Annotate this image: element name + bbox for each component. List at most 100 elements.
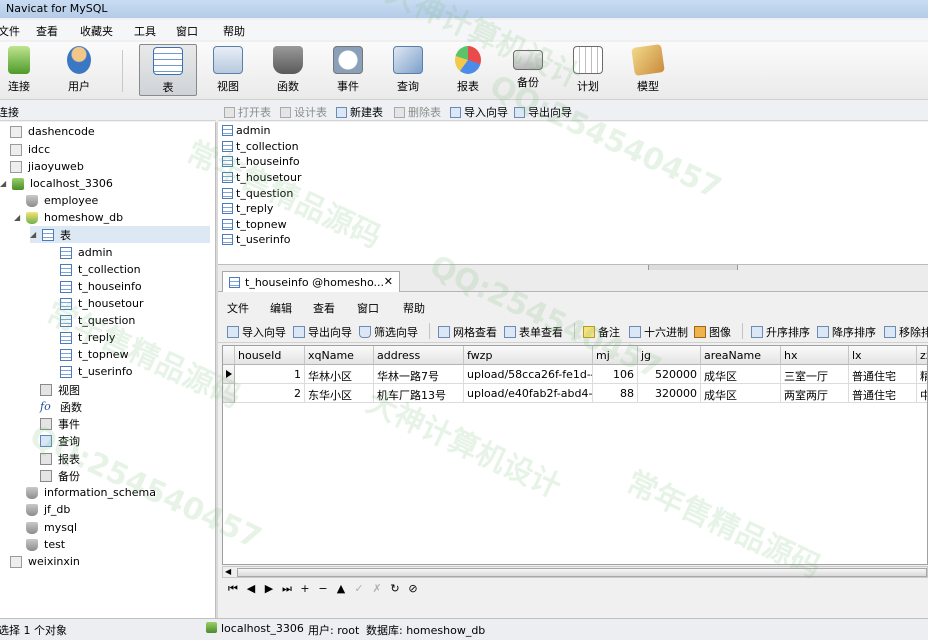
form-view-button[interactable]: 表单查看	[504, 324, 563, 340]
table-cell[interactable]: 106	[593, 365, 638, 384]
tree-folder-tables[interactable]: ◢ 表	[30, 226, 210, 243]
scrollbar-thumb[interactable]	[237, 568, 927, 577]
open-table-button[interactable]: 打开表	[224, 104, 271, 120]
menu-window[interactable]: 窗口	[176, 23, 198, 39]
table-cell[interactable]: upload/58cca26f-fe1d-40	[464, 365, 593, 384]
tree-folder-views[interactable]: 视图	[40, 381, 80, 398]
menu-tools[interactable]: 工具	[134, 23, 156, 39]
toolbar-model-button[interactable]: 模型	[621, 44, 675, 96]
tree-table-t-housetour[interactable]: t_housetour	[60, 295, 144, 312]
tree-folder-reports[interactable]: 报表	[40, 450, 80, 467]
table-cell[interactable]: 机车厂路13号	[374, 384, 464, 403]
column-header-fwzp[interactable]: fwzp	[464, 346, 593, 365]
menu-help[interactable]: 帮助	[223, 23, 245, 39]
memo-button[interactable]: 备注	[583, 324, 620, 340]
apply-changes-icon[interactable]: ✓	[352, 582, 366, 595]
collapse-arrow-icon[interactable]: ◢	[14, 213, 22, 222]
tree-db-homeshow[interactable]: ◢ homeshow_db	[14, 209, 123, 226]
stop-icon[interactable]: ⊘	[406, 582, 420, 595]
tree-db-mysql[interactable]: mysql	[26, 519, 77, 536]
grid-export-button[interactable]: 导出向导	[293, 324, 352, 340]
column-header-houseId[interactable]: houseId	[235, 346, 305, 365]
collapse-arrow-icon[interactable]: ◢	[0, 179, 8, 188]
table-cell[interactable]: 普通住宅	[849, 365, 917, 384]
object-item-admin[interactable]: admin	[222, 123, 270, 138]
inner-menu-help[interactable]: 帮助	[403, 300, 425, 316]
tree-table-t-topnew[interactable]: t_topnew	[60, 346, 129, 363]
sort-asc-button[interactable]: 升序排序	[751, 324, 810, 340]
refresh-icon[interactable]: ↻	[388, 582, 402, 595]
previous-record-icon[interactable]: ◀	[244, 582, 258, 595]
close-icon[interactable]: ✕	[384, 275, 393, 288]
tree-table-t-reply[interactable]: t_reply	[60, 329, 115, 346]
scroll-left-icon[interactable]: ◀	[225, 567, 231, 576]
inner-menu-view[interactable]: 查看	[313, 300, 335, 316]
table-cell[interactable]: upload/e40fab2f-abd4-4.	[464, 384, 593, 403]
row-selector[interactable]	[223, 365, 235, 384]
table-cell[interactable]: 320000	[638, 384, 701, 403]
remove-sort-button[interactable]: 移除排	[884, 324, 928, 340]
toolbar-event-button[interactable]: 事件	[321, 44, 375, 96]
object-item-t-topnew[interactable]: t_topnew	[222, 217, 287, 232]
object-item-t-housetour[interactable]: t_housetour	[222, 170, 302, 185]
column-header-xqName[interactable]: xqName	[305, 346, 374, 365]
tree-folder-functions[interactable]: fo 函数	[40, 398, 82, 415]
object-item-t-userinfo[interactable]: t_userinfo	[222, 232, 290, 247]
inner-menu-edit[interactable]: 编辑	[270, 300, 292, 316]
import-wizard-button[interactable]: 导入向导	[450, 104, 508, 120]
tree-table-t-collection[interactable]: t_collection	[60, 261, 141, 278]
tree-db-dashencode[interactable]: dashencode	[10, 123, 95, 140]
add-record-icon[interactable]: +	[298, 582, 312, 595]
collapse-arrow-icon[interactable]: ◢	[30, 230, 38, 239]
tree-table-t-question[interactable]: t_question	[60, 312, 135, 329]
toolbar-schedule-button[interactable]: 计划	[561, 44, 615, 96]
table-cell[interactable]: 中	[917, 384, 927, 403]
table-cell[interactable]: 2	[235, 384, 305, 403]
toolbar-connect-button[interactable]: 连接	[0, 44, 46, 96]
toolbar-table-button[interactable]: 表	[139, 44, 197, 96]
tree-db-information-schema[interactable]: information_schema	[26, 484, 156, 501]
table-cell[interactable]: 成华区	[701, 384, 781, 403]
table-cell[interactable]: 成华区	[701, 365, 781, 384]
object-item-t-question[interactable]: t_question	[222, 186, 293, 201]
tree-db-jf-db[interactable]: jf_db	[26, 501, 70, 518]
tree-db-test[interactable]: test	[26, 536, 65, 553]
toolbar-function-button[interactable]: 函数	[261, 44, 315, 96]
tree-folder-backups[interactable]: 备份	[40, 467, 80, 484]
toolbar-query-button[interactable]: 查询	[381, 44, 435, 96]
tree-db-jiaoyuweb[interactable]: jiaoyuweb	[10, 158, 84, 175]
tree-connection-localhost[interactable]: ◢ localhost_3306	[0, 175, 113, 192]
table-cell[interactable]: 520000	[638, 365, 701, 384]
table-cell[interactable]: 华林一路7号	[374, 365, 464, 384]
edit-record-icon[interactable]: ▲	[334, 582, 348, 595]
first-record-icon[interactable]: ⏮	[226, 582, 240, 596]
tree-db-idcc[interactable]: idcc	[10, 141, 50, 158]
tree-table-admin[interactable]: admin	[60, 244, 112, 261]
grid-view-button[interactable]: 网格查看	[438, 324, 497, 340]
tree-table-t-houseinfo[interactable]: t_houseinfo	[60, 278, 142, 295]
object-item-t-collection[interactable]: t_collection	[222, 139, 299, 154]
column-header-areaName[interactable]: areaName	[701, 346, 781, 365]
tree-db-weixinxin[interactable]: weixinxin	[10, 553, 80, 570]
column-header-mj[interactable]: mj	[593, 346, 638, 365]
table-cell[interactable]: 两室两厅	[781, 384, 849, 403]
tree-folder-events[interactable]: 事件	[40, 415, 80, 432]
hex-button[interactable]: 十六进制	[629, 324, 688, 340]
design-table-button[interactable]: 设计表	[280, 104, 327, 120]
table-cell[interactable]: 东华小区	[305, 384, 374, 403]
column-header-lx[interactable]: lx	[849, 346, 917, 365]
tree-table-t-userinfo[interactable]: t_userinfo	[60, 363, 132, 380]
table-cell[interactable]: 1	[235, 365, 305, 384]
toolbar-view-button[interactable]: 视图	[201, 44, 255, 96]
delete-record-icon[interactable]: −	[316, 582, 330, 595]
tab-t-houseinfo[interactable]: t_houseinfo @homesho... ✕	[222, 271, 400, 292]
sort-desc-button[interactable]: 降序排序	[817, 324, 876, 340]
delete-table-button[interactable]: 删除表	[394, 104, 441, 120]
table-cell[interactable]: 华林小区	[305, 365, 374, 384]
table-cell[interactable]: 88	[593, 384, 638, 403]
toolbar-report-button[interactable]: 报表	[441, 44, 495, 96]
inner-menu-file[interactable]: 文件	[227, 300, 249, 316]
row-selector[interactable]	[223, 384, 235, 403]
table-cell[interactable]: 三室一厅	[781, 365, 849, 384]
image-button[interactable]: 图像	[694, 324, 731, 340]
